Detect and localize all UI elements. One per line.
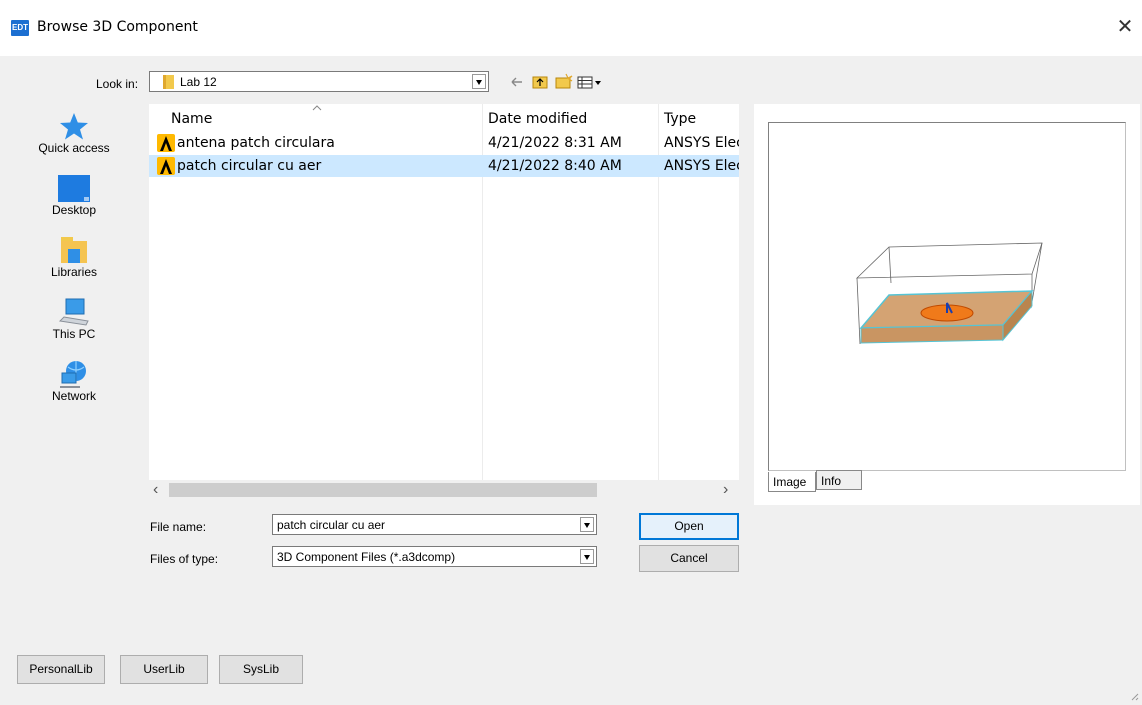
file-list[interactable]: Name Date modified Type antena patch cir…: [149, 104, 739, 500]
file-type: ANSYS Elec: [664, 158, 739, 174]
filetype-value: 3D Component Files (*.a3dcomp): [277, 550, 456, 564]
view-menu-icon[interactable]: [577, 76, 601, 89]
horizontal-scrollbar[interactable]: ‹ ›: [149, 480, 739, 500]
file-row-selected[interactable]: patch circular cu aer 4/21/2022 8:40 AM …: [149, 155, 739, 177]
sort-ascending-icon: [312, 105, 322, 111]
filetype-label: Files of type:: [150, 552, 219, 566]
lookin-combo[interactable]: Lab 12: [149, 71, 489, 92]
file-name: patch circular cu aer: [177, 158, 322, 174]
column-header-name[interactable]: Name: [171, 111, 212, 127]
place-desktop[interactable]: Desktop: [12, 173, 136, 217]
tab-info[interactable]: Info: [816, 470, 862, 490]
network-icon: [58, 359, 90, 389]
resize-grip-icon[interactable]: [1128, 690, 1140, 702]
scroll-left-icon[interactable]: ‹: [153, 480, 158, 500]
column-header-type[interactable]: Type: [664, 111, 696, 127]
scrollbar-thumb[interactable]: [169, 483, 597, 497]
new-folder-icon[interactable]: [555, 73, 573, 89]
folder-icon: [163, 75, 174, 89]
preview-pane: Image Info: [754, 104, 1140, 505]
close-icon[interactable]: ✕: [1112, 14, 1138, 40]
filename-value: patch circular cu aer: [277, 518, 386, 532]
libraries-icon: [58, 235, 90, 265]
ansys-file-icon: [157, 157, 175, 175]
chevron-down-icon[interactable]: [580, 549, 594, 564]
star-icon: [58, 111, 90, 141]
file-date: 4/21/2022 8:31 AM: [488, 135, 622, 151]
place-this-pc[interactable]: This PC: [12, 297, 136, 341]
filetype-select[interactable]: 3D Component Files (*.a3dcomp): [272, 546, 597, 567]
tab-image[interactable]: Image: [768, 472, 816, 492]
3d-model-preview: [855, 242, 1043, 345]
column-header-date[interactable]: Date modified: [488, 111, 587, 127]
user-lib-button[interactable]: UserLib: [120, 655, 208, 684]
personal-lib-button[interactable]: PersonalLib: [17, 655, 105, 684]
place-label: Network: [51, 389, 96, 403]
place-label: This PC: [52, 327, 96, 341]
sys-lib-button[interactable]: SysLib: [219, 655, 303, 684]
app-logo-icon: EDT: [11, 20, 29, 36]
chevron-down-icon[interactable]: [472, 74, 486, 89]
lookin-value: Lab 12: [180, 75, 217, 89]
ansys-file-icon: [157, 134, 175, 152]
filename-label: File name:: [150, 520, 207, 534]
place-quick-access[interactable]: Quick access: [12, 111, 136, 155]
cancel-button[interactable]: Cancel: [639, 545, 739, 572]
scroll-right-icon[interactable]: ›: [723, 480, 728, 500]
desktop-icon: [58, 173, 90, 203]
place-label: Quick access: [38, 141, 110, 155]
place-label: Libraries: [50, 265, 98, 279]
place-libraries[interactable]: Libraries: [12, 235, 136, 279]
place-label: Desktop: [51, 203, 97, 217]
file-date: 4/21/2022 8:40 AM: [488, 158, 622, 174]
navigation-toolbar: [511, 73, 601, 89]
preview-image: [768, 122, 1126, 471]
file-row[interactable]: antena patch circulara 4/21/2022 8:31 AM…: [149, 132, 739, 154]
computer-icon: [58, 297, 90, 327]
back-icon[interactable]: [511, 77, 522, 87]
filename-input[interactable]: patch circular cu aer: [272, 514, 597, 535]
file-name: antena patch circulara: [177, 135, 335, 151]
place-network[interactable]: Network: [12, 359, 136, 403]
up-folder-icon[interactable]: [532, 76, 548, 89]
window-title: Browse 3D Component: [37, 19, 198, 35]
file-type: ANSYS Elec: [664, 135, 739, 151]
open-button[interactable]: Open: [639, 513, 739, 540]
lookin-label: Look in:: [96, 77, 139, 91]
chevron-down-icon[interactable]: [580, 517, 594, 532]
